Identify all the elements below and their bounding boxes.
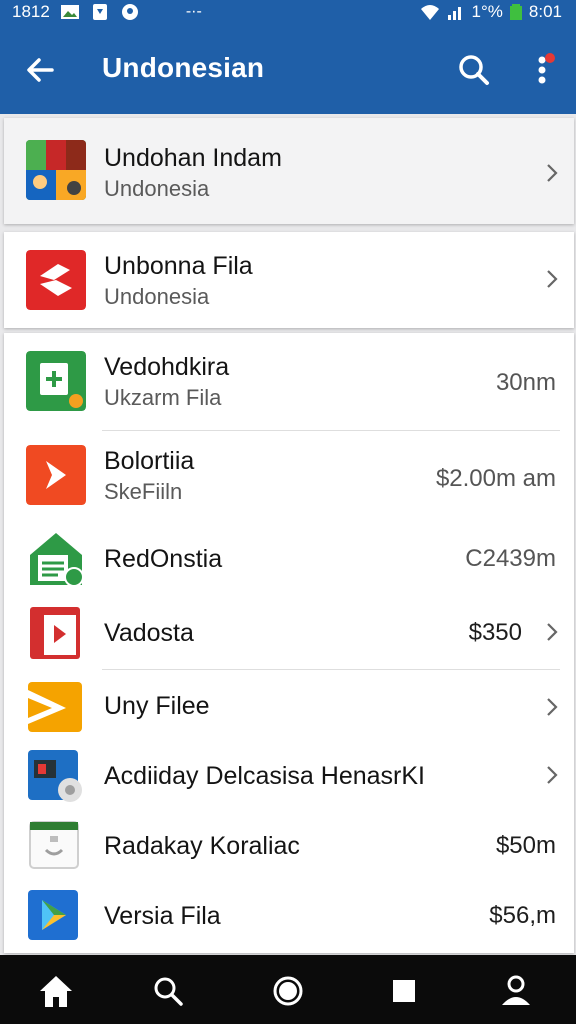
back-arrow-icon[interactable] [20,50,60,90]
orange-play-icon [26,445,86,505]
list-item[interactable]: Versia Fila $56,m [4,882,574,952]
item-title: Vadosta [104,619,194,647]
item-title: Unbonna Fila [104,252,253,280]
item-title: RedOnstia [104,545,223,573]
status-dots: -·- [185,3,202,20]
bottom-nav-bar [0,955,576,1024]
green-add-file-icon [26,351,86,411]
home-icon[interactable] [36,971,76,1011]
photo-collage-icon [26,140,86,200]
item-price: $2.00m am [435,465,556,492]
app-bar: Undonesian [0,24,576,114]
chevron-right-icon [547,623,558,641]
shield-icon [92,4,107,20]
signal-icon [447,7,461,20]
item-subtitle: Undonesia [104,176,210,201]
item-title: Bolortiia [104,447,195,475]
square-icon[interactable] [384,971,424,1011]
red-logo-icon [26,250,86,310]
item-price: 30nm [495,369,556,396]
item-title: Uny Filee [104,692,210,720]
list-item[interactable]: Unbonna Fila Undonesia [4,232,574,328]
status-time-right: 8:01 [528,2,562,21]
search-icon[interactable] [148,971,188,1011]
list-item[interactable]: Undohan Indam Undonesia [4,118,574,224]
list-item[interactable]: Vedohdkira Ukzarm Fila 30nm [4,333,574,429]
chevron-right-icon [547,270,558,288]
circle-icon[interactable] [268,971,308,1011]
item-subtitle: SkeFiiln [104,479,183,504]
chevron-right-icon [547,698,558,716]
status-battery-text: 1°% [471,2,503,21]
app-card[interactable]: Unbonna Fila Undonesia [4,232,574,328]
red-document-icon [30,607,80,659]
list-item[interactable]: Acdiiday Delcasisa HenasrKI [4,742,574,812]
item-title: Undohan Indam [104,144,282,172]
person-icon[interactable] [496,971,536,1011]
featured-card[interactable]: Undohan Indam Undonesia [4,118,574,224]
notification-dot [545,53,555,63]
list-item[interactable]: Uny Filee [4,670,574,742]
item-price: C2439m [465,545,556,572]
location-icon [121,4,138,20]
calendar-box-icon [29,821,79,869]
image-icon [60,5,79,19]
status-left: 1812 -·- [12,2,202,22]
app-list: Vedohdkira Ukzarm Fila 30nm Bolortiia Sk… [4,333,574,953]
list-item[interactable]: RedOnstia C2439m [4,523,574,597]
search-icon[interactable] [454,50,494,90]
item-title: Radakay Koraliac [104,832,300,860]
list-item[interactable]: Vadosta $350 [4,597,574,669]
play-store-icon [28,890,78,940]
item-price: $56,m [489,902,556,929]
wifi-icon [420,5,439,20]
item-subtitle: Undonesia [104,284,210,309]
battery-icon [509,4,522,20]
chevron-right-icon [547,766,558,784]
item-title: Versia Fila [104,902,221,930]
item-price: $350 [468,619,522,646]
yellow-envelope-icon [28,682,82,732]
list-item[interactable]: Bolortiia SkeFiiln $2.00m am [4,431,574,523]
item-price: $50m [495,832,556,859]
chevron-right-icon [547,164,558,182]
item-title: Acdiiday Delcasisa HenasrKI [104,762,425,790]
item-subtitle: Ukzarm Fila [104,385,222,410]
status-bar: 1812 -·- 1°% 8:01 [0,0,576,24]
status-right: 1°% 8:01 [420,2,562,22]
more-vert-icon[interactable] [528,50,558,90]
list-item[interactable]: Radakay Koraliac $50m [4,812,574,882]
status-time-left: 1812 [12,2,50,21]
green-house-icon [30,533,84,587]
item-title: Vedohdkira [104,353,230,381]
page-title: Undonesian [102,52,265,83]
photo-card-icon [28,750,82,802]
